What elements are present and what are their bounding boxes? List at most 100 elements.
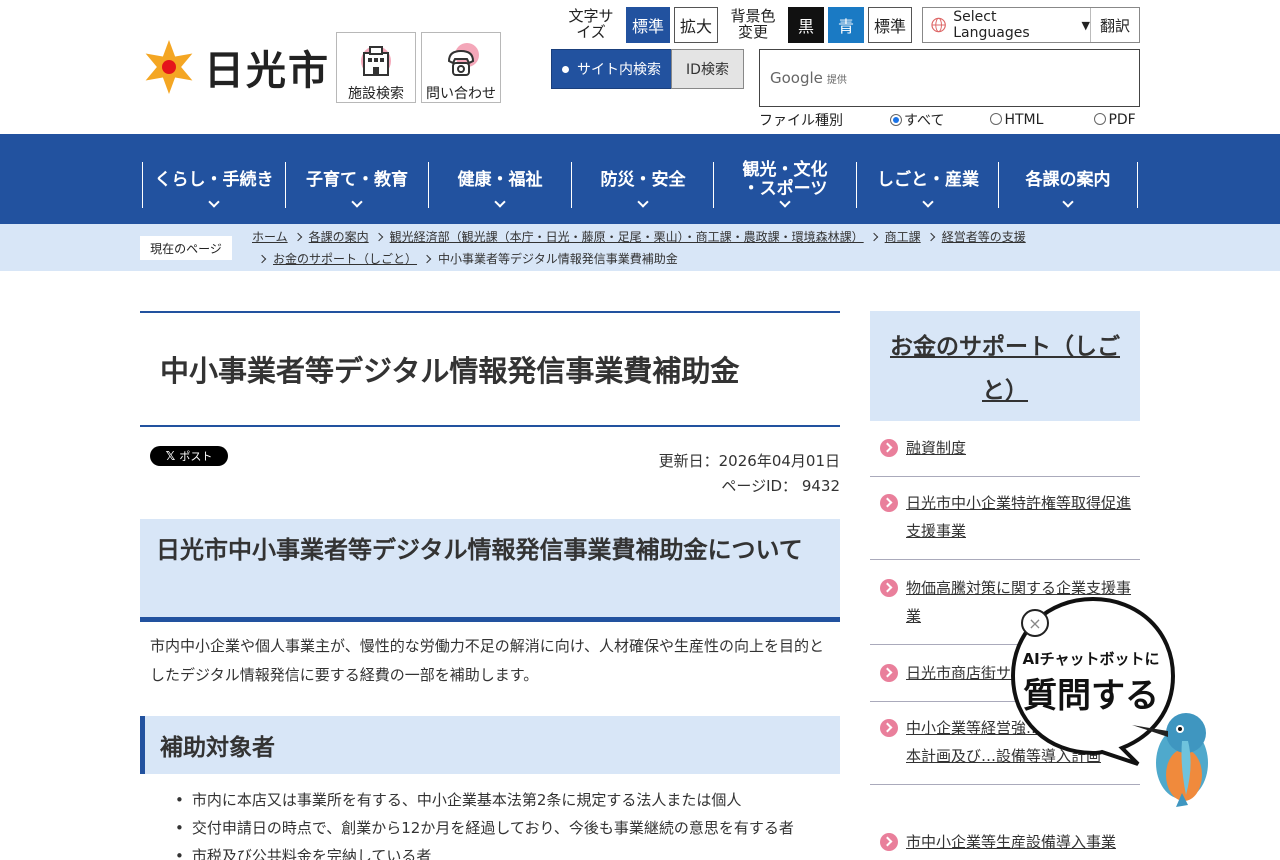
arrow-right-icon [880, 579, 898, 597]
chevron-down-icon [637, 196, 649, 208]
breadcrumb-here-label: 現在のページ [140, 236, 232, 260]
breadcrumb-departments[interactable]: 各課の案内 [309, 230, 369, 244]
list-item: 市内に本店又は事業所を有する、中小企業基本法第2条に規定する法人または個人 [175, 786, 855, 814]
dropdown-arrow-icon: ▼ [1081, 18, 1090, 32]
nav-item-label: 観光・文化 ・スポーツ [742, 160, 828, 199]
breadcrumb-row-1: ホーム 各課の案内 観光経済部（観光課（本庁・日光・藤原・足尾・栗山）・商工課・農政… [252, 228, 1026, 245]
language-select[interactable]: Select Languages ▼ [923, 8, 1091, 42]
tab-id-search[interactable]: ID検索 [671, 49, 744, 89]
globe-icon [931, 17, 946, 33]
sidebar-link[interactable]: 融資制度 [906, 439, 966, 457]
sidebar-item: 日光市中小企業特許権等取得促進支援事業 [870, 476, 1140, 560]
font-size-label-text: 文字サイズ [568, 7, 614, 41]
eligibility-list: 市内に本店又は事業所を有する、中小企業基本法第2条に規定する法人または個人 交付… [175, 786, 855, 860]
filetype-option-html[interactable]: HTML [990, 112, 1043, 128]
arrow-right-icon [880, 664, 898, 682]
nav-item-safety[interactable]: 防災・安全 [571, 162, 714, 208]
facility-search-button[interactable]: 施設検索 [336, 32, 416, 103]
breadcrumb-commerce[interactable]: 商工課 [885, 230, 921, 244]
breadcrumb-money-support[interactable]: お金のサポート（しごと） [273, 252, 417, 266]
nav-item-departments[interactable]: 各課の案内 [998, 162, 1138, 208]
translate-button[interactable]: 翻訳 [1091, 15, 1139, 36]
nav-item-label: 防災・安全 [600, 169, 686, 190]
kingfisher-mascot-icon[interactable] [1130, 705, 1220, 810]
breadcrumb-row-2: お金のサポート（しごと） 中小事業者等デジタル情報発信事業費補助金 [252, 250, 678, 267]
breadcrumb-separator-icon [422, 254, 432, 264]
radio-icon [1094, 113, 1107, 125]
contact-label: 問い合わせ [426, 86, 496, 102]
page-title-box: 中小事業者等デジタル情報発信事業費補助金 [140, 311, 840, 427]
nav-item-health[interactable]: 健康・福祉 [428, 162, 571, 208]
font-large-button[interactable]: 拡大 [674, 7, 718, 43]
chatbot-line1: AIチャットボットに [1022, 650, 1160, 668]
font-standard-button[interactable]: 標準 [626, 7, 670, 43]
bg-color-label: 背景色変更 [724, 8, 782, 40]
google-provided-label: 提供 [826, 74, 847, 86]
page-id: ページID： 9432 [721, 477, 840, 495]
chevron-down-icon [351, 196, 363, 208]
chevron-down-icon [1062, 196, 1074, 208]
list-item: 市税及び公共料金を完納している者 [175, 842, 855, 860]
nav-item-work[interactable]: しごと・産業 [856, 162, 999, 208]
bg-black-button[interactable]: 黒 [788, 7, 824, 43]
tab-site-search[interactable]: サイト内検索 [551, 49, 672, 89]
language-select-label: Select Languages [953, 9, 1030, 41]
bg-standard-button[interactable]: 標準 [868, 7, 912, 43]
filetype-option-pdf[interactable]: PDF [1094, 112, 1136, 128]
nav-item-living[interactable]: くらし・手続き [142, 162, 285, 208]
nav-item-label: くらし・手続き [154, 169, 274, 190]
chevron-down-icon [922, 196, 934, 208]
nav-item-childcare[interactable]: 子育て・教育 [285, 162, 428, 208]
bg-color-label-text: 背景色変更 [730, 7, 776, 41]
breadcrumb-economy-dept[interactable]: 観光経済部（観光課（本庁・日光・藤原・足尾・栗山）・商工課・農政課・環境森林課） [390, 230, 864, 244]
search-input[interactable]: Google 提供 [759, 49, 1140, 107]
filetype-label: ファイル種別 [759, 113, 843, 129]
filetype-row: ファイル種別 すべて HTML PDF [759, 110, 1140, 130]
sidebar-title-link[interactable]: お金のサポート（しごと） [890, 334, 1120, 404]
facility-search-label: 施設検索 [348, 86, 404, 102]
breadcrumb-separator-icon [293, 232, 302, 242]
sidebar-title: お金のサポート（しごと） [870, 311, 1140, 421]
nav-item-label: 健康・福祉 [457, 169, 543, 190]
arrow-right-icon [880, 833, 898, 851]
sidebar-item: 市中小企業等生産設備導入事業 [870, 815, 1140, 860]
breadcrumb-separator-icon [374, 232, 383, 242]
breadcrumb-manager-support[interactable]: 経営者等の支援 [942, 230, 1026, 244]
breadcrumb-separator-icon [926, 232, 935, 242]
arrow-right-icon [880, 719, 898, 737]
nikko-emblem-icon [145, 40, 193, 94]
contact-button[interactable]: 問い合わせ [421, 32, 501, 103]
google-label: Google [770, 69, 823, 87]
intro-text: 市内中小企業や個人事業主が、慢性的な労働力不足の解消に向け、人材確保や生産性の向… [150, 637, 824, 684]
updated-date: 更新日：2026年04月01日 [658, 452, 840, 470]
x-logo-icon: 𝕏 [165, 449, 176, 463]
section-heading: 日光市中小事業者等デジタル情報発信事業費補助金について [140, 519, 840, 622]
radio-icon [990, 113, 1003, 125]
filetype-option-all-label: すべて [904, 113, 945, 129]
x-post-label: ポスト [179, 450, 213, 463]
radio-checked-icon [890, 114, 902, 126]
breadcrumb-current: 中小事業者等デジタル情報発信事業費補助金 [438, 252, 678, 266]
sidebar-link[interactable]: 市中小企業等生産設備導入事業 [906, 833, 1116, 851]
chatbot-close-button[interactable]: × [1021, 609, 1049, 637]
x-post-button[interactable]: 𝕏 ポスト [150, 446, 228, 466]
nav-item-tourism[interactable]: 観光・文化 ・スポーツ [713, 160, 856, 208]
breadcrumb-home[interactable]: ホーム [252, 230, 288, 244]
bg-blue-button[interactable]: 青 [828, 7, 864, 43]
sidebar-link[interactable]: 日光市中小企業特許権等取得促進支援事業 [906, 494, 1131, 540]
subsection-heading: 補助対象者 [140, 716, 840, 774]
nav-item-label: 各課の案内 [1025, 169, 1111, 190]
site-logo[interactable]: 日光市 [140, 36, 336, 98]
global-nav: くらし・手続き 子育て・教育 健康・福祉 防災・安全 観光・文化 ・スポーツ し… [0, 134, 1280, 224]
page-meta: 更新日：2026年04月01日 ページID： 9432 [560, 449, 840, 499]
language-box: Select Languages ▼ 翻訳 [922, 7, 1140, 43]
sidebar-link[interactable]: 日光市商店街サ… [906, 664, 1026, 682]
building-icon [361, 46, 391, 76]
arrow-right-icon [880, 494, 898, 512]
nav-item-label: 子育て・教育 [306, 169, 408, 190]
chevron-down-icon [494, 196, 506, 208]
filetype-option-all[interactable]: すべて [890, 110, 944, 130]
tab-site-search-label: サイト内検索 [577, 62, 661, 78]
breadcrumb-separator-icon [869, 232, 878, 242]
arrow-right-icon [880, 439, 898, 457]
